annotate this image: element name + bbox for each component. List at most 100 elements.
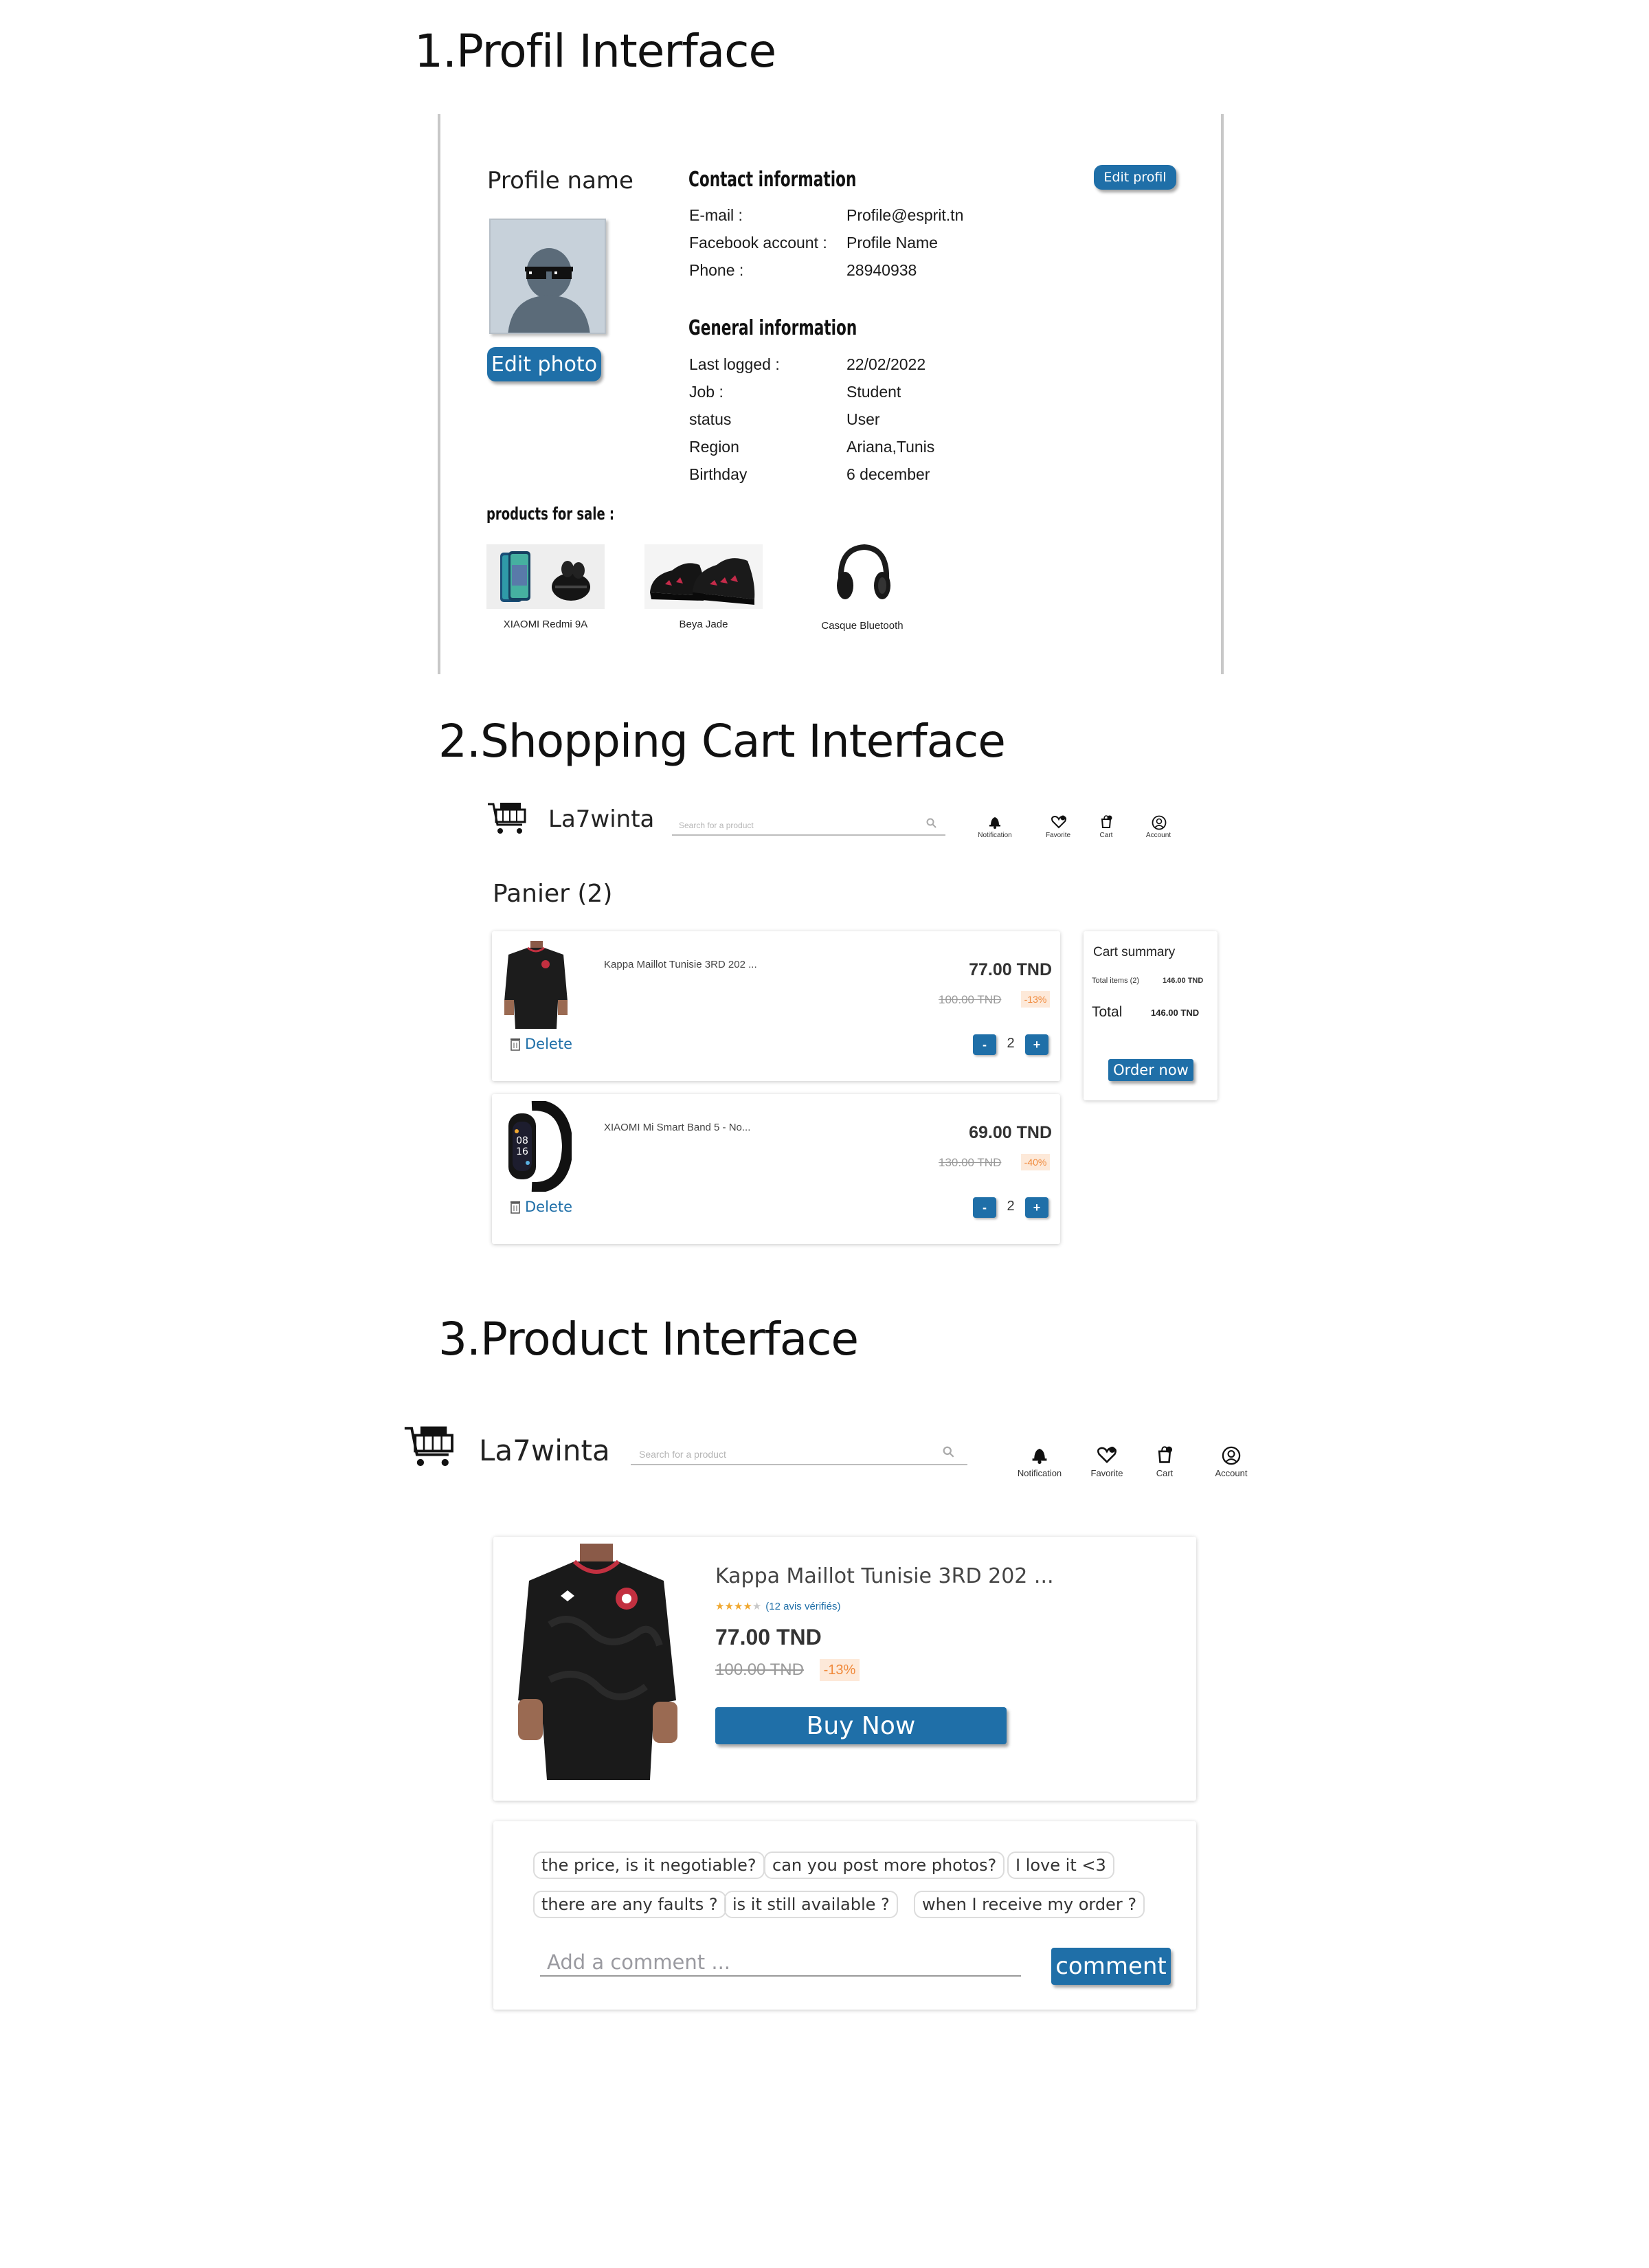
smart-band-image: 08 16 — [508, 1099, 574, 1194]
section-title-profile: 1.Profil Interface — [414, 25, 776, 78]
product-thumb-headphones[interactable] — [830, 542, 896, 608]
buy-now-button[interactable]: Buy Now — [715, 1707, 1007, 1744]
product-rating[interactable]: ★★★★★ (12 avis vérifiés) — [715, 1600, 840, 1613]
cart-item-price: 69.00 TND — [969, 1123, 1052, 1142]
qty-plus-button[interactable]: + — [1025, 1197, 1048, 1218]
cart-item-card: 08 16 XIAOMI Mi Smart Band 5 - No... 69.… — [492, 1094, 1060, 1244]
cart-item-price: 77.00 TND — [969, 960, 1052, 979]
search-placeholder: Search for a product — [639, 1449, 726, 1460]
qty-plus-button[interactable]: + — [1025, 1034, 1048, 1055]
product-title: Kappa Maillot Tunisie 3RD 202 ... — [715, 1564, 1054, 1588]
total-label: Total — [1092, 1004, 1123, 1020]
cart-item-old-price: 130.00 TND — [939, 1156, 1002, 1169]
qty-minus-button[interactable]: - — [973, 1034, 996, 1055]
product-thumb-redmi[interactable] — [486, 544, 605, 609]
search-icon[interactable] — [943, 1446, 955, 1462]
edit-photo-button[interactable]: Edit photo — [487, 347, 601, 381]
phone-earbuds-image — [500, 551, 590, 602]
phone-label: Phone : — [689, 261, 744, 279]
account-icon — [1152, 815, 1167, 830]
last-logged-value: 22/02/2022 — [846, 355, 926, 373]
birthday-label: Birthday — [689, 465, 748, 483]
cart-item-old-price: 100.00 TND — [939, 993, 1002, 1006]
smart-band-thumb[interactable]: 08 16 — [504, 1099, 574, 1194]
comment-button[interactable]: comment — [1051, 1948, 1171, 1985]
brand-name[interactable]: La7winta — [548, 805, 654, 833]
suggestion-chip[interactable]: when I receive my order ? — [914, 1891, 1145, 1918]
product-thumb-sneakers[interactable] — [644, 544, 763, 609]
status-value: User — [846, 410, 880, 428]
delete-button[interactable]: Delete — [510, 1199, 572, 1215]
suggestion-chip[interactable]: I love it <3 — [1007, 1852, 1114, 1879]
star-filled-icon: ★ — [743, 1601, 752, 1612]
cart-item-card: Kappa Maillot Tunisie 3RD 202 ... 77.00 … — [492, 931, 1060, 1081]
search-placeholder: Search for a product — [679, 821, 754, 830]
delete-button[interactable]: Delete — [510, 1036, 572, 1052]
jersey-image — [504, 941, 568, 1029]
qty-value[interactable]: 2 — [1003, 1199, 1018, 1214]
suggestion-chip[interactable]: is it still available ? — [724, 1891, 898, 1918]
search-input[interactable]: Search for a product — [672, 815, 945, 836]
search-icon[interactable] — [926, 818, 937, 832]
status-label: status — [689, 410, 732, 428]
qty-minus-button[interactable]: - — [973, 1197, 996, 1218]
trash-icon — [511, 1201, 520, 1214]
cart-logo-icon[interactable] — [486, 801, 529, 839]
bell-icon — [989, 817, 1000, 829]
contact-info-heading: Contact information — [688, 168, 857, 192]
product-image[interactable] — [508, 1542, 687, 1783]
star-filled-icon: ★ — [733, 1601, 743, 1612]
suggestion-chip[interactable]: the price, is it negotiable? — [533, 1852, 765, 1879]
email-value: Profile@esprit.tn — [846, 206, 964, 224]
heart-icon — [1097, 1446, 1117, 1463]
total-value: 146.00 TND — [1151, 1008, 1200, 1018]
cart-logo-icon[interactable] — [402, 1425, 458, 1472]
total-items-value: 146.00 TND — [1163, 977, 1204, 985]
qty-value[interactable]: 2 — [1003, 1036, 1018, 1052]
rating-stars: ★★★★★ — [715, 1600, 761, 1612]
cart-item-name[interactable]: XIAOMI Mi Smart Band 5 - No... — [604, 1122, 750, 1133]
comment-placeholder: Add a comment ... — [547, 1950, 731, 1974]
brand-name[interactable]: La7winta — [479, 1434, 610, 1467]
cart-item-discount: -13% — [1021, 991, 1050, 1008]
edit-profile-button[interactable]: Edit profil — [1094, 165, 1176, 190]
region-value: Ariana,Tunis — [846, 438, 935, 456]
cart-item-name[interactable]: Kappa Maillot Tunisie 3RD 202 ... — [604, 959, 757, 970]
product-caption-sneakers: Beya Jade — [679, 619, 728, 630]
suggestion-chip[interactable]: there are any faults ? — [533, 1891, 726, 1918]
total-items-label: Total items (2) — [1092, 977, 1140, 985]
heart-icon — [1051, 815, 1066, 829]
jersey-thumb[interactable] — [502, 940, 570, 1030]
sneakers-image — [650, 558, 755, 605]
trash-icon — [511, 1038, 520, 1051]
bell-icon — [1032, 1448, 1047, 1464]
avatar — [489, 219, 606, 334]
cart-summary-title: Cart summary — [1093, 945, 1176, 959]
cart-title: Panier (2) — [493, 880, 613, 908]
cart-item-discount: -40% — [1021, 1154, 1050, 1170]
facebook-value: Profile Name — [846, 234, 938, 252]
reviews-link[interactable]: (12 avis vérifiés) — [765, 1601, 840, 1612]
headphones-image — [837, 544, 890, 599]
product-caption-redmi: XIAOMI Redmi 9A — [503, 619, 588, 630]
comment-input[interactable]: Add a comment ... — [540, 1945, 1021, 1977]
product-old-price: 100.00 TND — [715, 1660, 804, 1679]
avatar-silhouette-icon — [508, 248, 590, 333]
cart-icon — [1101, 815, 1112, 828]
general-info-heading: General information — [688, 316, 857, 340]
job-label: Job : — [689, 383, 723, 401]
email-label: E-mail : — [689, 206, 743, 224]
section-title-product: 3.Product Interface — [438, 1313, 859, 1366]
cart-summary-card: Cart summary Total items (2) 146.00 TND … — [1084, 931, 1218, 1100]
star-filled-icon: ★ — [715, 1601, 725, 1612]
order-now-button[interactable]: Order now — [1108, 1059, 1193, 1081]
product-caption-headphones: Casque Bluetooth — [821, 620, 904, 632]
product-card: Kappa Maillot Tunisie 3RD 202 ... ★★★★★ … — [493, 1537, 1196, 1801]
product-price: 77.00 TND — [715, 1625, 822, 1649]
band-time-hours: 08 — [516, 1135, 528, 1146]
suggestion-chip[interactable]: can you post more photos? — [764, 1852, 1005, 1879]
birthday-value: 6 december — [846, 465, 930, 483]
search-input[interactable]: Search for a product — [631, 1442, 967, 1465]
account-icon — [1222, 1446, 1241, 1465]
profile-name: Profile name — [487, 167, 633, 194]
